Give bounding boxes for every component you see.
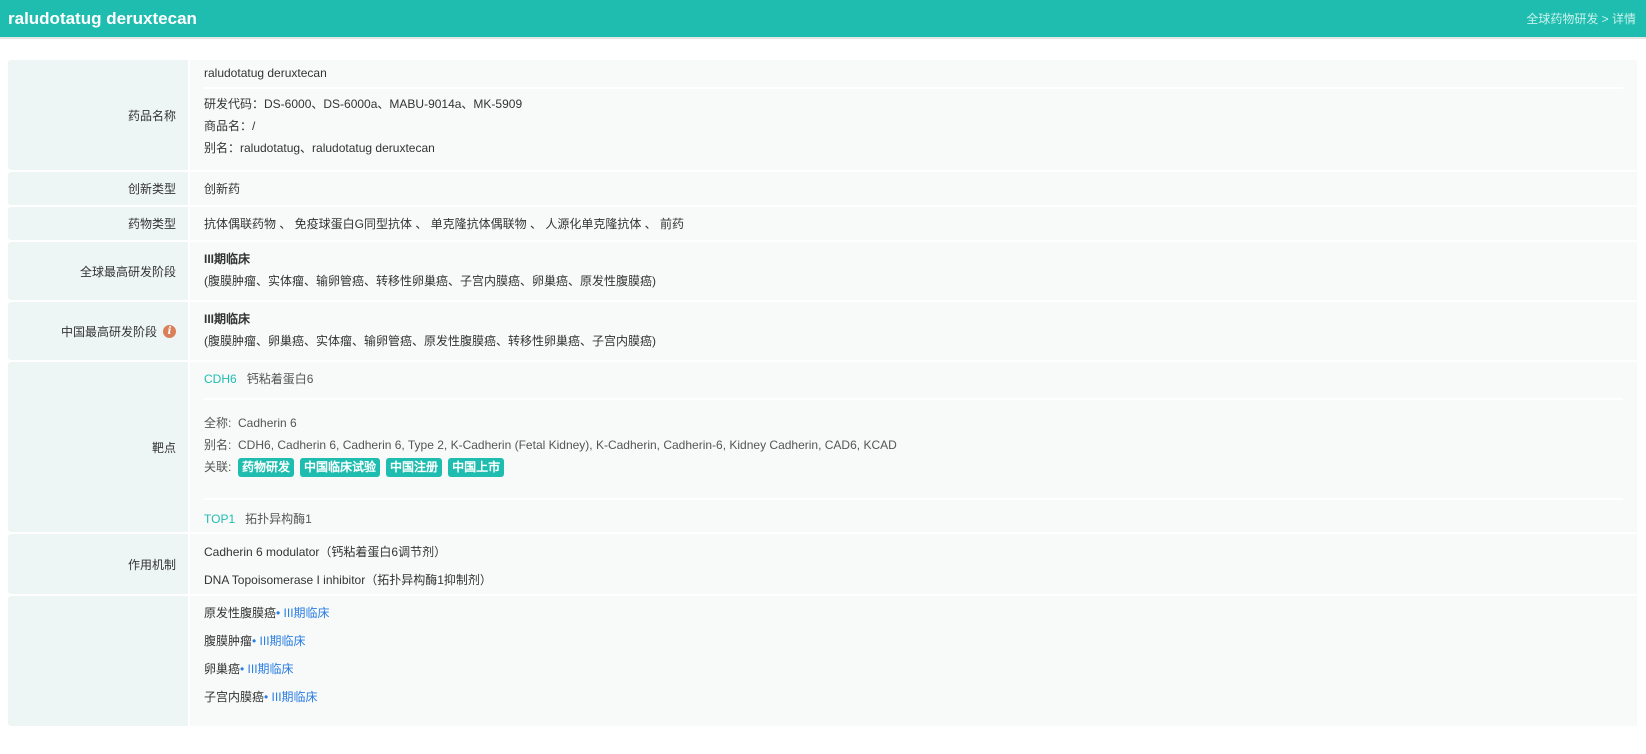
alias-label: 别名: [204, 438, 232, 452]
global-stage: III期临床 [204, 252, 251, 266]
target-name: 拓扑异构酶1 [245, 512, 312, 526]
indication-name: 子宫内膜癌 [204, 690, 265, 704]
tag-china-market[interactable]: 中国上市 [448, 458, 505, 477]
row-indications: 原发性腹膜癌• III期临床 腹膜肿瘤• III期临床 卵巢癌• III期临床 … [8, 596, 1637, 726]
row-target: 靶点 CDH6 钙粘着蛋白6 全称: Cadherin 6 别名: CDH6, … [8, 362, 1637, 532]
target-fullname: Cadherin 6 [238, 416, 297, 430]
mechanism-item: DNA Topoisomerase I inhibitor（拓扑异构酶1抑制剂） [204, 573, 492, 587]
target-alias: CDH6, Cadherin 6, Cadherin 6, Type 2, K-… [238, 438, 897, 452]
indication-item: 腹膜肿瘤• III期临床 [204, 627, 1623, 655]
row-china-stage: 中国最高研发阶段 i III期临床 (腹膜肿瘤、卵巢癌、实体瘤、输卵管癌、原发性腹… [8, 302, 1637, 360]
row-label: 创新类型 [8, 172, 188, 205]
indication-stage[interactable]: • III期临床 [240, 662, 294, 676]
china-indications: (腹膜肿瘤、卵巢癌、实体瘤、输卵管癌、原发性腹膜癌、转移性卵巢癌、子宫内膜癌) [204, 334, 656, 348]
tag-drug-rd[interactable]: 药物研发 [238, 458, 295, 477]
indication-stage[interactable]: • III期临床 [252, 634, 306, 648]
drug-alias: 别名：raludotatug、raludotatug deruxtecan [204, 141, 435, 155]
mechanism-item: Cadherin 6 modulator（钙粘着蛋白6调节剂） [204, 545, 447, 559]
indication-stage[interactable]: • III期临床 [264, 690, 318, 704]
row-label: 药品名称 [8, 60, 188, 170]
row-mechanism: 作用机制 Cadherin 6 modulator（钙粘着蛋白6调节剂） DNA… [8, 534, 1637, 594]
links-label: 关联: [204, 460, 232, 474]
trade-name: 商品名：/ [204, 119, 256, 133]
breadcrumb[interactable]: 全球药物研发 > 详情 [1526, 10, 1638, 27]
row-drug-type: 药物类型 抗体偶联药物 、 免疫球蛋白G同型抗体 、 单克隆抗体偶联物 、 人源… [8, 207, 1637, 240]
row-global-stage: 全球最高研发阶段 III期临床 (腹膜肿瘤、实体瘤、输卵管癌、转移性卵巢癌、子宫… [8, 242, 1637, 300]
drug-codes: 研发代码：DS-6000、DS-6000a、MABU-9014a、MK-5909 [204, 97, 523, 111]
indication-name: 原发性腹膜癌 [204, 606, 277, 620]
row-label: 作用机制 [8, 534, 188, 594]
row-drug-name: 药品名称 raludotatug deruxtecan 研发代码：DS-6000… [8, 60, 1637, 170]
row-label: 中国最高研发阶段 i [8, 302, 188, 360]
indication-item: 卵巢癌• III期临床 [204, 655, 1623, 683]
target-code-link[interactable]: TOP1 [204, 512, 235, 526]
indication-item: 子宫内膜癌• III期临床 [204, 683, 1623, 711]
innovation-value: 创新药 [204, 182, 241, 196]
label-text: 中国最高研发阶段 [60, 324, 157, 339]
target-code-link[interactable]: CDH6 [204, 372, 237, 386]
target-name: 钙粘着蛋白6 [246, 372, 314, 386]
indication-name: 腹膜肿瘤 [204, 634, 253, 648]
drug-detail-table: 药品名称 raludotatug deruxtecan 研发代码：DS-6000… [8, 60, 1637, 728]
info-icon[interactable]: i [163, 324, 176, 338]
row-innovation: 创新类型 创新药 [8, 172, 1637, 205]
indication-item: 原发性腹膜癌• III期临床 [204, 599, 1623, 627]
global-indications: (腹膜肿瘤、实体瘤、输卵管癌、转移性卵巢癌、子宫内膜癌、卵巢癌、原发性腹膜癌) [204, 274, 656, 288]
row-label: 药物类型 [8, 207, 188, 240]
page-title: raludotatug deruxtecan [8, 8, 197, 28]
fullname-label: 全称: [204, 416, 232, 430]
indication-stage[interactable]: • III期临床 [276, 606, 330, 620]
drug-type-value: 抗体偶联药物 、 免疫球蛋白G同型抗体 、 单克隆抗体偶联物 、 人源化单克隆抗… [204, 217, 685, 231]
row-label: 靶点 [8, 362, 188, 532]
tag-china-registration[interactable]: 中国注册 [386, 458, 443, 477]
row-label [8, 596, 188, 726]
header: raludotatug deruxtecan 全球药物研发 > 详情 [0, 0, 1646, 39]
indication-name: 卵巢癌 [204, 662, 241, 676]
tag-china-trial[interactable]: 中国临床试验 [300, 458, 381, 477]
china-stage: III期临床 [204, 312, 251, 326]
drug-name: raludotatug deruxtecan [204, 66, 327, 80]
row-label: 全球最高研发阶段 [8, 242, 188, 300]
